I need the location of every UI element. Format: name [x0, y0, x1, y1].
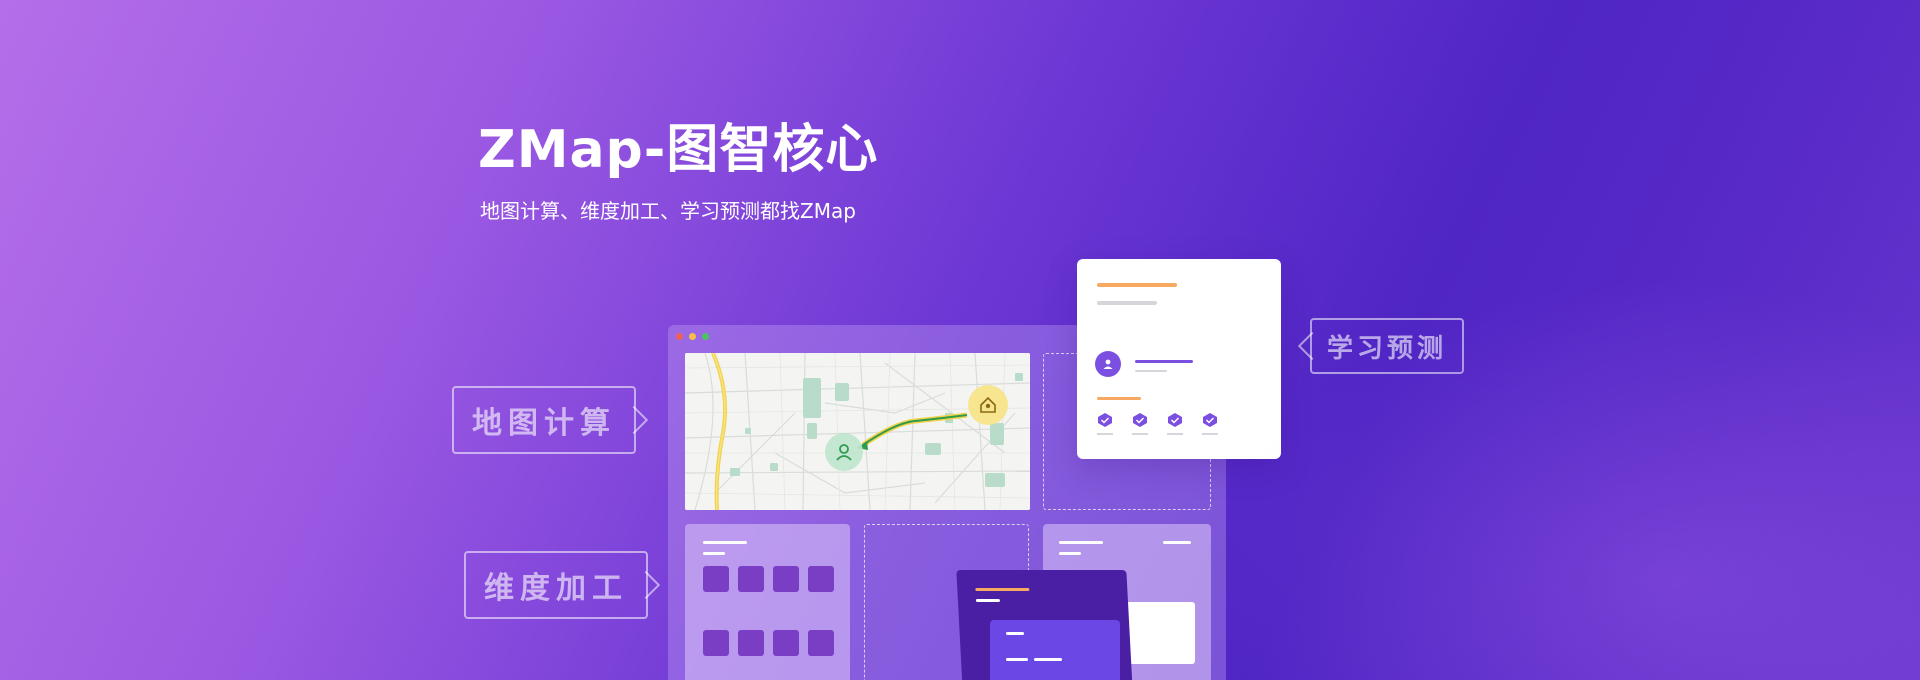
shield-check-icon — [1132, 412, 1148, 440]
grid-cell — [738, 630, 764, 656]
close-dot-icon — [676, 333, 683, 340]
callout-learn-predict: 学习预测 — [1310, 318, 1464, 374]
user-icon — [836, 444, 852, 461]
map-illustration — [685, 353, 1030, 510]
card-accent-line — [975, 588, 1030, 591]
callout-label: 学习预测 — [1326, 333, 1447, 364]
pane-meta-line — [1163, 541, 1191, 544]
grid-cell — [808, 566, 834, 592]
home-icon — [980, 396, 996, 413]
grid-cell — [808, 630, 834, 656]
user-location-marker[interactable] — [825, 433, 863, 471]
card-text-line — [975, 599, 1001, 602]
card-text-line — [1034, 658, 1062, 661]
maximize-dot-icon — [702, 333, 709, 340]
pane-subheading-line — [1059, 552, 1081, 555]
card-text-line — [1006, 658, 1028, 661]
grid-cell — [703, 630, 729, 656]
shield-check-icon — [1202, 412, 1218, 440]
grid-cell — [703, 566, 729, 592]
card-subtitle-line — [1097, 301, 1157, 305]
page-title: ZMap-图智核心 — [478, 120, 879, 180]
grid-cell — [738, 566, 764, 592]
minimize-dot-icon — [689, 333, 696, 340]
result-block — [1125, 602, 1195, 664]
window-controls — [676, 333, 709, 340]
callout-label: 地图计算 — [472, 406, 616, 441]
shield-check-icon — [1167, 412, 1183, 440]
pane-subheading-line — [703, 552, 725, 555]
dimension-pane — [685, 524, 850, 680]
card-meta-line — [1135, 370, 1167, 372]
hero-banner: ZMap-图智核心 地图计算、维度加工、学习预测都找ZMap 地图计算 维度加工… — [0, 0, 1920, 680]
callout-map-compute: 地图计算 — [452, 386, 636, 454]
map-tile — [685, 353, 1030, 510]
card-text-line — [1006, 632, 1024, 635]
avatar — [1095, 351, 1121, 377]
destination-marker[interactable] — [968, 385, 1008, 425]
grid-cell — [773, 566, 799, 592]
prediction-card — [1077, 259, 1281, 459]
shield-check-icon — [1097, 412, 1113, 440]
avatar-icon — [1103, 359, 1113, 369]
callout-label: 维度加工 — [484, 571, 628, 606]
badge-row — [1097, 412, 1218, 440]
page-subtitle: 地图计算、维度加工、学习预测都找ZMap — [480, 199, 856, 223]
grid-cell — [773, 630, 799, 656]
card-title-line — [1097, 283, 1177, 287]
stacked-card-blue — [990, 620, 1120, 680]
card-section-line — [1097, 397, 1141, 400]
pane-heading-line — [1059, 541, 1103, 544]
pane-heading-line — [703, 541, 747, 544]
card-name-line — [1135, 360, 1193, 363]
callout-dimension-process: 维度加工 — [464, 551, 648, 619]
